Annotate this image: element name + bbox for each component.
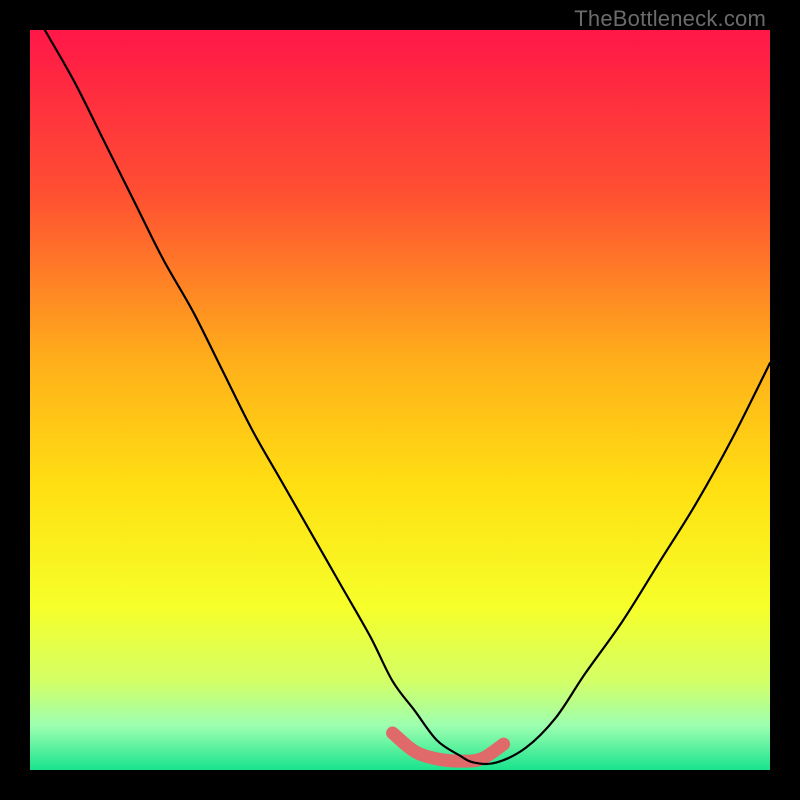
- watermark-text: TheBottleneck.com: [574, 6, 766, 32]
- gradient-background: [30, 30, 770, 770]
- plot-area: [30, 30, 770, 770]
- chart-svg: [30, 30, 770, 770]
- chart-container: TheBottleneck.com: [0, 0, 800, 800]
